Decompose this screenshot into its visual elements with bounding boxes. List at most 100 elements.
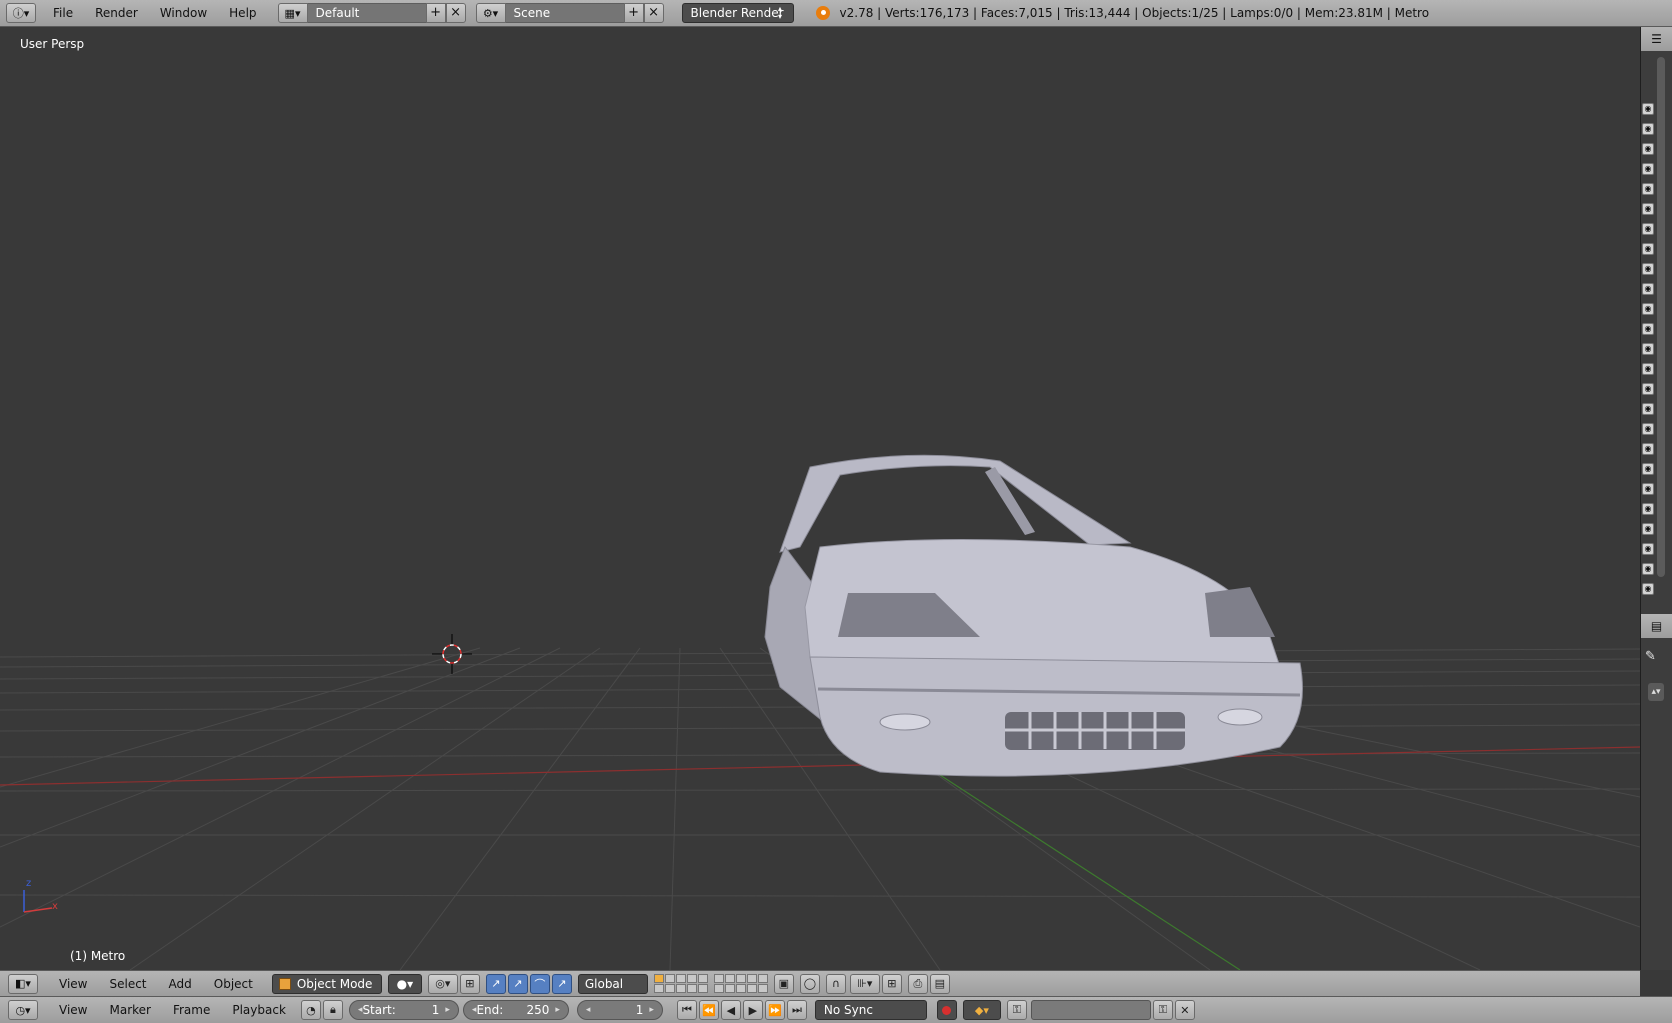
properties-header[interactable]: ▤ — [1641, 614, 1672, 638]
menu-help[interactable]: Help — [218, 6, 267, 20]
eye-icon[interactable]: ◉ — [1642, 283, 1654, 295]
eye-icon[interactable]: ◉ — [1642, 323, 1654, 335]
properties-context-dropdown[interactable]: ▴▾ — [1648, 683, 1664, 701]
end-frame-value: 250 — [526, 1003, 550, 1017]
end-frame-field[interactable]: ◂ End: 250 ▸ — [462, 1000, 569, 1020]
eye-icon[interactable]: ◉ — [1642, 183, 1654, 195]
timeline-menu-view[interactable]: View — [48, 1003, 98, 1017]
eye-icon[interactable]: ◉ — [1642, 343, 1654, 355]
eye-icon[interactable]: ◉ — [1642, 503, 1654, 515]
scene-layers-group-1[interactable] — [653, 974, 708, 993]
eye-icon[interactable]: ◉ — [1642, 163, 1654, 175]
pivot-point-dropdown[interactable]: ◎▾ — [427, 973, 458, 994]
eye-icon[interactable]: ◉ — [1642, 123, 1654, 135]
menu-object[interactable]: Object — [203, 977, 264, 991]
eye-icon[interactable]: ◉ — [1642, 143, 1654, 155]
snap-element-dropdown[interactable]: ⊪▾ — [849, 973, 880, 994]
jump-start-button[interactable]: ⏮ — [676, 1000, 697, 1020]
jump-end-icon: ⏭ — [791, 1003, 802, 1016]
active-keying-set-field[interactable] — [1030, 1000, 1151, 1020]
transform-orientation-dropdown[interactable]: Global — [577, 973, 648, 994]
preview-range-button[interactable]: ◔ — [300, 1000, 321, 1020]
3d-view-editor-type-button[interactable]: ◧▾ — [8, 973, 38, 994]
remove-scene-icon[interactable]: × — [643, 3, 664, 23]
eye-icon[interactable]: ◉ — [1642, 263, 1654, 275]
eye-icon[interactable]: ◉ — [1642, 363, 1654, 375]
eye-icon[interactable]: ◉ — [1642, 383, 1654, 395]
eye-icon[interactable]: ◉ — [1642, 523, 1654, 535]
outliner-header[interactable]: ☰ — [1641, 27, 1672, 51]
increment-icon[interactable]: ▸ — [649, 1005, 654, 1015]
viewport-shading-dropdown[interactable]: ●▾ — [387, 973, 422, 994]
increment-icon[interactable]: ▸ — [555, 1005, 560, 1015]
record-keyframe-button[interactable] — [936, 1000, 957, 1020]
object-mode-dropdown[interactable]: Object Mode — [271, 973, 382, 994]
eye-icon[interactable]: ◉ — [1642, 403, 1654, 415]
eye-icon[interactable]: ◉ — [1642, 203, 1654, 215]
sync-mode-dropdown[interactable]: No Sync — [814, 1000, 927, 1020]
eye-icon[interactable]: ◉ — [1642, 423, 1654, 435]
3d-viewport[interactable]: z x User Persp (1) Metro — [0, 27, 1640, 970]
add-layout-icon[interactable]: + — [425, 3, 446, 23]
lock-frame-range-button[interactable]: 🔒︎ — [322, 1000, 343, 1020]
menu-render[interactable]: Render — [84, 6, 149, 20]
snap-target-button[interactable]: ⊞ — [881, 973, 902, 994]
add-scene-icon[interactable]: + — [623, 3, 644, 23]
menu-add[interactable]: Add — [158, 977, 203, 991]
current-frame-field[interactable]: ◂ 1 ▸ — [576, 1000, 663, 1020]
outliner-icon[interactable]: ☰ — [1651, 32, 1662, 46]
layout-name-field[interactable]: Default — [307, 3, 426, 23]
eye-icon[interactable]: ◉ — [1642, 223, 1654, 235]
opengl-render-animation-button[interactable]: ▤ — [929, 973, 950, 994]
pin-icon[interactable]: ✎ — [1645, 649, 1656, 664]
eye-icon[interactable]: ◉ — [1642, 543, 1654, 555]
timeline-menu-marker[interactable]: Marker — [98, 1003, 161, 1017]
proportional-edit-button[interactable]: ◯ — [799, 973, 820, 994]
opengl-render-image-button[interactable]: ⎙ — [907, 973, 928, 994]
eye-icon[interactable]: ◉ — [1642, 443, 1654, 455]
eye-icon[interactable]: ◉ — [1642, 483, 1654, 495]
eye-icon[interactable]: ◉ — [1642, 563, 1654, 575]
menu-file[interactable]: File — [42, 6, 84, 20]
eye-icon[interactable]: ◉ — [1642, 103, 1654, 115]
jump-keyframe-back-button[interactable]: ⏪ — [698, 1000, 719, 1020]
menu-view[interactable]: View — [48, 977, 98, 991]
play-reverse-button[interactable]: ◀ — [720, 1000, 741, 1020]
layout-icon[interactable]: ▦▾ — [277, 3, 308, 23]
jump-keyframe-forward-button[interactable]: ⏩ — [764, 1000, 785, 1020]
eye-icon[interactable]: ◉ — [1642, 303, 1654, 315]
delete-keyframe-button[interactable]: ✕ — [1174, 1000, 1195, 1020]
jump-end-button[interactable]: ⏭ — [786, 1000, 807, 1020]
eye-icon[interactable]: ◉ — [1642, 463, 1654, 475]
decrement-icon[interactable]: ◂ — [586, 1005, 591, 1015]
timeline-menu-frame[interactable]: Frame — [162, 1003, 221, 1017]
eye-icon[interactable]: ◉ — [1642, 583, 1654, 595]
keying-set-dropdown[interactable]: ◆▾ — [962, 1000, 1001, 1020]
scene-icon[interactable]: ⚙▾ — [475, 3, 506, 23]
insert-keyframe-button[interactable]: ⚿ — [1152, 1000, 1173, 1020]
start-frame-field[interactable]: ◂ Start: 1 ▸ — [348, 1000, 459, 1020]
properties-icon[interactable]: ▤ — [1651, 619, 1662, 633]
pivot-icon: ◎▾ — [435, 977, 451, 990]
translate-manipulator-active[interactable]: ↗ — [507, 973, 528, 994]
rotate-manipulator-button[interactable]: ⌒ — [529, 973, 550, 994]
editor-type-button[interactable]: ⓘ▾ — [6, 3, 36, 23]
outliner-scrollbar[interactable] — [1657, 57, 1665, 577]
manipulator-toggle[interactable]: ⊞ — [459, 973, 480, 994]
remove-layout-icon[interactable]: × — [445, 3, 466, 23]
translate-manipulator-button[interactable]: ↗ — [485, 973, 506, 994]
increment-icon[interactable]: ▸ — [445, 1005, 450, 1015]
active-keying-set-icon-button[interactable]: ⚿ — [1006, 1000, 1027, 1020]
eye-icon[interactable]: ◉ — [1642, 243, 1654, 255]
snap-toggle-button[interactable]: ∩ — [825, 973, 846, 994]
scene-layers-group-2[interactable] — [713, 974, 768, 993]
scale-manipulator-button[interactable]: ↗ — [551, 973, 572, 994]
menu-select[interactable]: Select — [98, 977, 157, 991]
timeline-menu-playback[interactable]: Playback — [221, 1003, 297, 1017]
timeline-editor-type-button[interactable]: ◷▾ — [8, 1000, 38, 1020]
menu-window[interactable]: Window — [149, 6, 218, 20]
play-button[interactable]: ▶ — [742, 1000, 763, 1020]
scene-name-field[interactable]: Scene — [505, 3, 624, 23]
lock-camera-layers-button[interactable]: ▣ — [773, 973, 794, 994]
render-engine-dropdown[interactable]: Blender Render — [681, 3, 794, 23]
